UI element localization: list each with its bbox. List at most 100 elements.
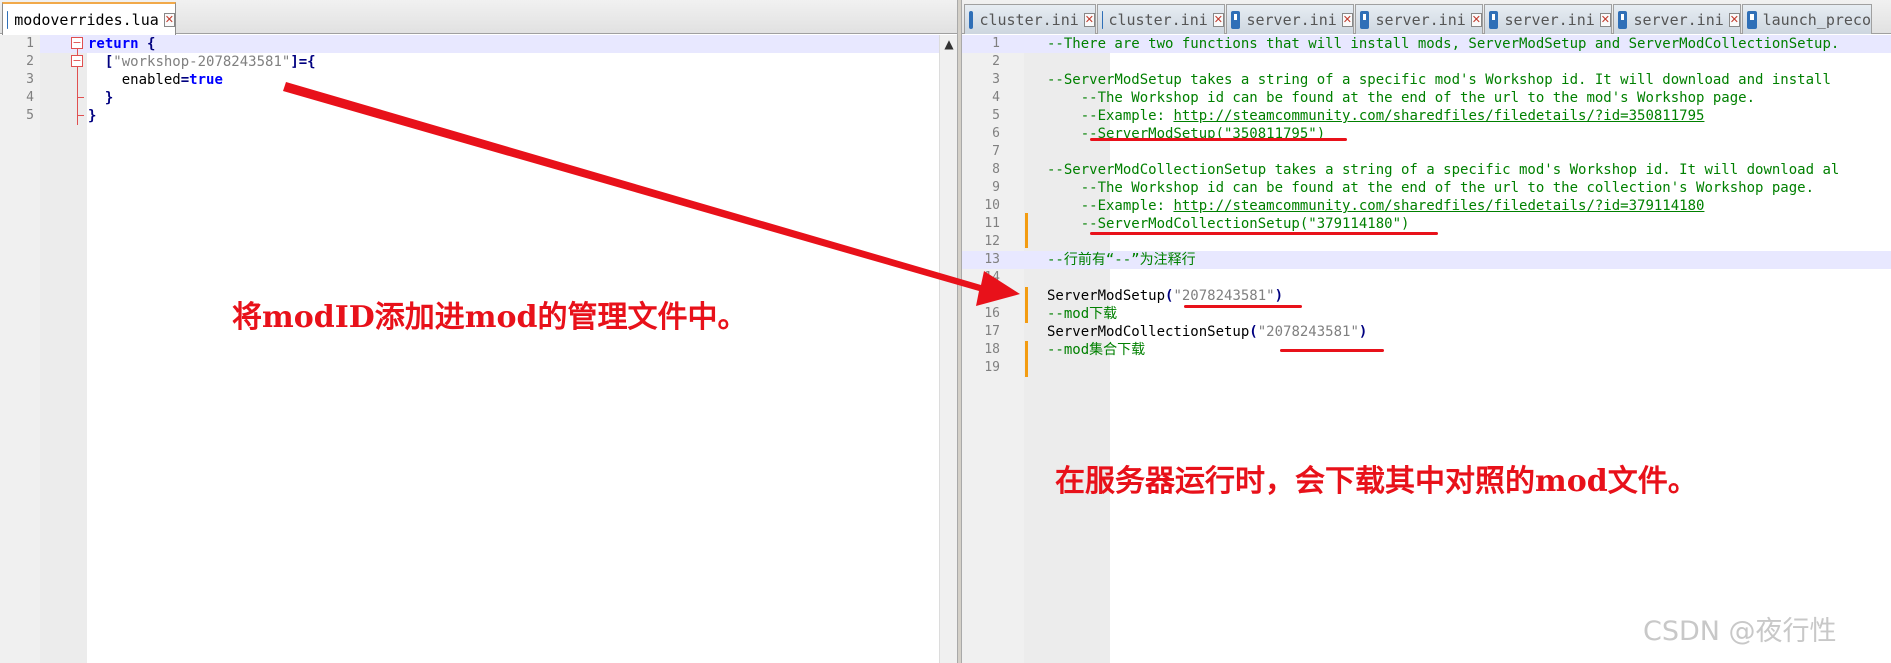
file-icon: [1747, 10, 1757, 29]
line-number: 6: [992, 126, 1000, 141]
code-line[interactable]: 5 --Example: http://steamcommunity.com/s…: [962, 107, 1891, 125]
code-token: ): [1358, 324, 1368, 340]
code-line[interactable]: 16 --mod下载: [962, 305, 1891, 323]
tab-label: server.ini: [1246, 10, 1337, 29]
line-number: 7: [992, 144, 1000, 159]
underline-mark: [1090, 232, 1438, 235]
line-number: 12: [984, 234, 1000, 249]
line-number: 11: [984, 216, 1000, 231]
watermark: CSDN @夜行性: [1643, 616, 1837, 647]
left-editor[interactable]: 1 return {2 ["workshop-2078243581"]={3 en…: [0, 35, 957, 663]
code-line[interactable]: 1 --There are two functions that will ins…: [962, 35, 1891, 53]
code-line[interactable]: 1 return {: [26, 35, 939, 53]
tab-file[interactable]: server.ini ✕: [1226, 4, 1354, 34]
code-line[interactable]: 4 --The Workshop id can be found at the …: [962, 89, 1891, 107]
code-token: --Example:: [1047, 198, 1174, 214]
close-icon[interactable]: ✕: [1083, 12, 1095, 27]
fold-end-tick: [77, 97, 84, 98]
code-text: ServerModCollectionSetup("2078243581"): [1047, 323, 1367, 341]
code-text: --Example: http://steamcommunity.com/sha…: [1047, 197, 1705, 215]
vertical-scrollbar[interactable]: ▲: [939, 35, 957, 663]
code-line[interactable]: 18 --mod集合下载: [962, 341, 1891, 359]
code-line[interactable]: 10 --Example: http://steamcommunity.com/…: [962, 197, 1891, 215]
tab-label: server.ini: [1504, 10, 1595, 29]
close-icon[interactable]: ✕: [1341, 12, 1353, 27]
scroll-up-icon[interactable]: ▲: [940, 35, 957, 53]
fold-toggle-icon[interactable]: −: [71, 37, 83, 49]
fold-toggle-icon[interactable]: −: [71, 55, 83, 67]
code-token: =: [180, 72, 190, 88]
tab-label: server.ini: [1633, 10, 1724, 29]
code-area[interactable]: 1 --There are two functions that will ins…: [962, 35, 1891, 663]
code-text: --ServerModCollectionSetup takes a strin…: [1047, 161, 1839, 179]
code-line[interactable]: 2 ["workshop-2078243581"]={: [26, 53, 939, 71]
code-token: "workshop-2078243581": [113, 54, 291, 70]
code-line[interactable]: 15 ServerModSetup("2078243581"): [962, 287, 1891, 305]
change-marker: [1025, 341, 1028, 377]
line-number: 8: [992, 162, 1000, 177]
close-icon[interactable]: ✕: [163, 12, 175, 27]
code-line[interactable]: 3 --ServerModSetup takes a string of a sp…: [962, 71, 1891, 89]
line-number: 18: [984, 342, 1000, 357]
file-icon: [1618, 10, 1628, 29]
code-text: --There are two functions that will inst…: [1047, 35, 1839, 53]
tab-file[interactable]: launch_preco: [1742, 4, 1872, 34]
code-text: --ServerModSetup takes a string of a spe…: [1047, 71, 1831, 89]
tab-file[interactable]: cluster.ini ✕: [964, 4, 1096, 34]
code-line[interactable]: 7: [962, 143, 1891, 161]
line-number: 1: [26, 36, 34, 51]
tab-modoverrides-lua[interactable]: modoverrides.lua ✕: [2, 2, 176, 35]
close-icon[interactable]: ✕: [1470, 12, 1482, 27]
code-token: ]={: [290, 54, 316, 70]
code-text: --mod集合下载: [1047, 341, 1145, 359]
line-number-gutter: [0, 35, 40, 663]
code-text: --The Workshop id can be found at the en…: [1047, 179, 1814, 197]
underline-mark: [1090, 138, 1347, 141]
code-line[interactable]: 13 --行前有“--”为注释行: [962, 251, 1891, 269]
code-line[interactable]: 4 }: [26, 89, 939, 107]
close-icon[interactable]: ✕: [1728, 12, 1740, 27]
line-number: 14: [984, 270, 1000, 285]
code-token: (: [1249, 324, 1258, 340]
code-line[interactable]: 11 --ServerModCollectionSetup("379114180…: [962, 215, 1891, 233]
right-editor-pane: cluster.ini ✕ cluster.ini ✕ server.ini ✕ serve…: [961, 0, 1891, 663]
code-token[interactable]: http://steamcommunity.com/sharedfiles/fi…: [1173, 198, 1704, 214]
line-number: 3: [26, 72, 34, 87]
code-line[interactable]: 14: [962, 269, 1891, 287]
code-area[interactable]: 1 return {2 ["workshop-2078243581"]={3 en…: [26, 35, 939, 663]
code-line[interactable]: 19: [962, 359, 1891, 377]
code-line[interactable]: 9 --The Workshop id can be found at the …: [962, 179, 1891, 197]
right-tab-bar: cluster.ini ✕ cluster.ini ✕ server.ini ✕ serve…: [962, 0, 1891, 34]
code-token: --There are two functions that will inst…: [1047, 36, 1840, 52]
line-number: 17: [984, 324, 1000, 339]
code-line[interactable]: 8 --ServerModCollectionSetup takes a stri…: [962, 161, 1891, 179]
code-token: "2078243581": [1257, 324, 1359, 340]
code-line[interactable]: 17 ServerModCollectionSetup("2078243581"): [962, 323, 1891, 341]
code-token: --ServerModCollectionSetup("379114180"): [1047, 216, 1410, 232]
close-icon[interactable]: ✕: [1212, 12, 1224, 27]
code-line[interactable]: 3 enabled=true: [26, 71, 939, 89]
code-line[interactable]: 12: [962, 233, 1891, 251]
right-editor[interactable]: 1 --There are two functions that will ins…: [962, 35, 1891, 663]
tab-label: server.ini: [1375, 10, 1466, 29]
code-token: "2078243581": [1173, 288, 1275, 304]
close-icon[interactable]: ✕: [1599, 12, 1611, 27]
line-number: 16: [984, 306, 1000, 321]
code-line[interactable]: 5}: [26, 107, 939, 125]
tab-file[interactable]: cluster.ini ✕: [1097, 4, 1225, 34]
code-text: ServerModSetup("2078243581"): [1047, 287, 1283, 305]
annotation-right-note: 在服务器运行时，会下载其中对照的mod文件。: [1055, 464, 1698, 499]
file-icon: [7, 10, 9, 29]
line-number: 4: [26, 90, 34, 105]
code-text: return {: [88, 35, 155, 53]
line-number: 2: [26, 54, 34, 69]
tab-file[interactable]: server.ini ✕: [1484, 4, 1612, 34]
code-token: --ServerModCollectionSetup takes a strin…: [1047, 162, 1840, 178]
code-line[interactable]: 2: [962, 53, 1891, 71]
code-token: --ServerModSetup takes a string of a spe…: [1047, 72, 1831, 88]
code-token: true: [189, 72, 223, 88]
code-token[interactable]: http://steamcommunity.com/sharedfiles/fi…: [1173, 108, 1704, 124]
line-number: 5: [992, 108, 1000, 123]
tab-file[interactable]: server.ini ✕: [1613, 4, 1741, 34]
tab-file[interactable]: server.ini ✕: [1355, 4, 1483, 34]
